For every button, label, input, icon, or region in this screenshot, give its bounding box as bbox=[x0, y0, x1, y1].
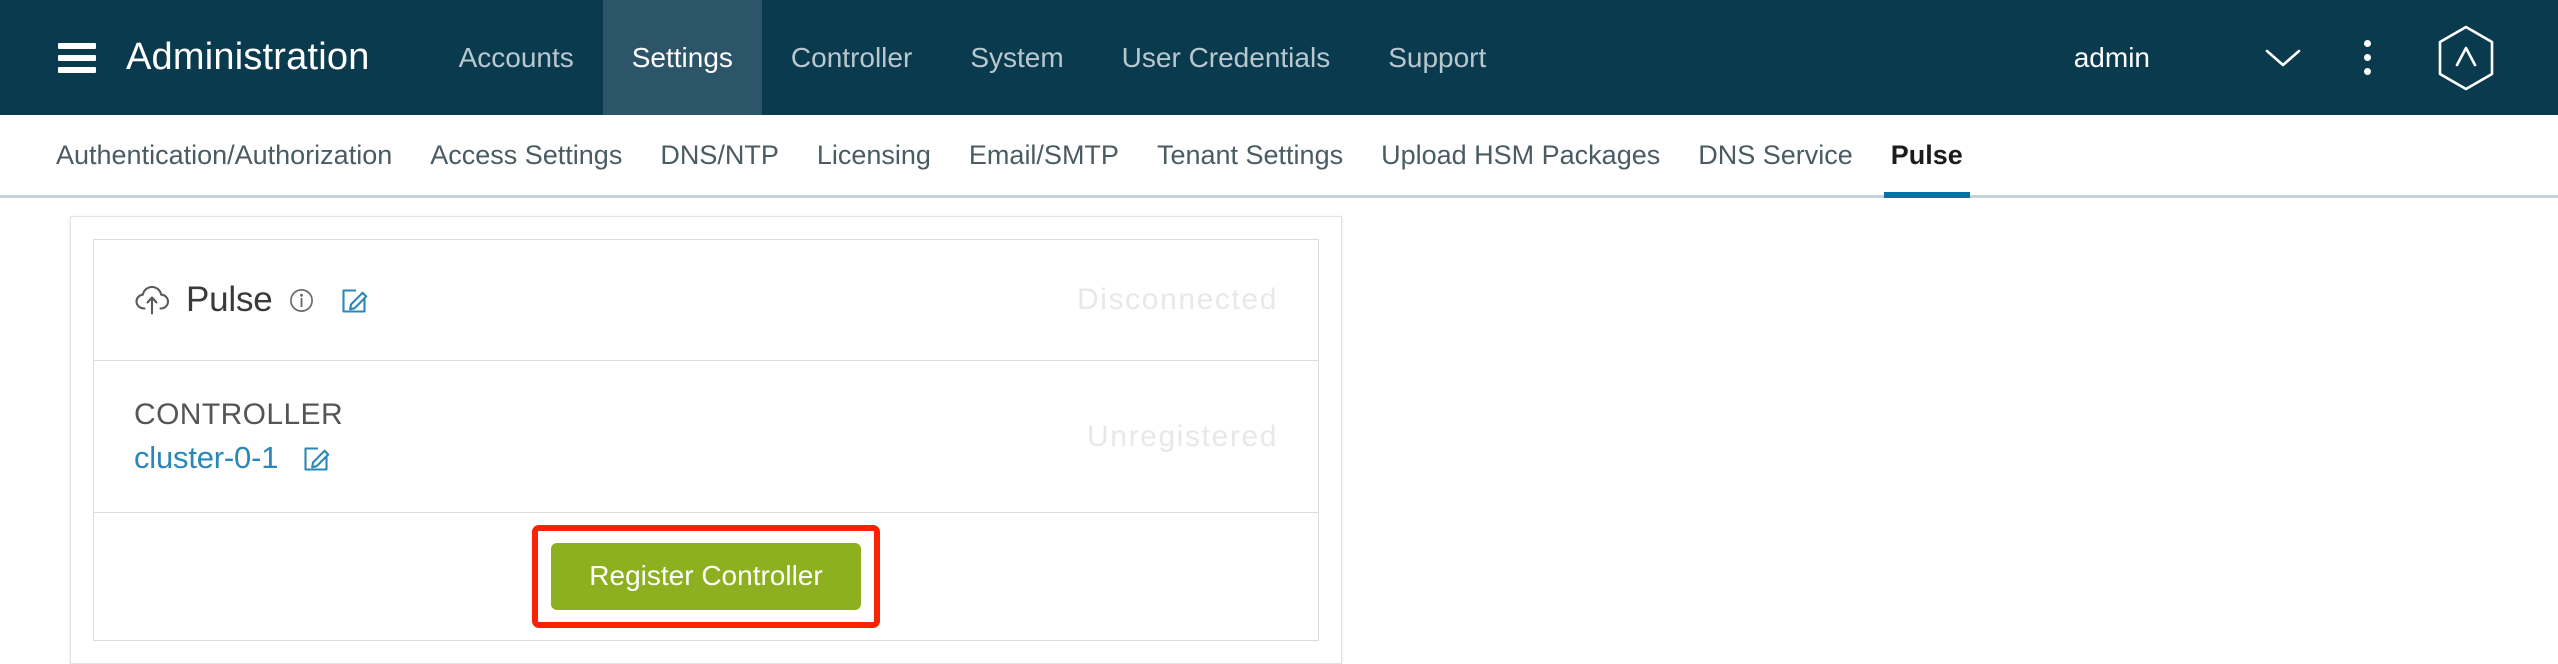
info-circle-icon[interactable] bbox=[289, 288, 314, 313]
subnav-item-access-settings[interactable]: Access Settings bbox=[411, 115, 641, 195]
register-button-highlight: Register Controller bbox=[532, 525, 880, 628]
pulse-card: Pulse Disconnected CONTROLLER cluster-0-… bbox=[93, 239, 1319, 641]
subnav-item-pulse[interactable]: Pulse bbox=[1872, 115, 1982, 198]
hamburger-bar bbox=[58, 42, 96, 49]
user-menu-label[interactable]: admin bbox=[2074, 42, 2150, 74]
register-action-row: Register Controller bbox=[94, 512, 1318, 640]
nav-item-accounts[interactable]: Accounts bbox=[430, 0, 603, 115]
pulse-edit-pencil-icon[interactable] bbox=[340, 285, 370, 315]
cloud-upload-icon bbox=[134, 284, 172, 316]
subnav-item-licensing[interactable]: Licensing bbox=[798, 115, 950, 195]
nav-item-settings[interactable]: Settings bbox=[602, 0, 762, 115]
subnav-item-dns-service[interactable]: DNS Service bbox=[1679, 115, 1872, 195]
controller-status-badge: Unregistered bbox=[1087, 419, 1278, 453]
top-header-bar: Administration Accounts Settings Control… bbox=[0, 0, 2558, 115]
controller-info: CONTROLLER cluster-0-1 bbox=[134, 398, 343, 476]
main-navigation: Accounts Settings Controller System User… bbox=[430, 0, 1516, 115]
subnav-item-dns-ntp[interactable]: DNS/NTP bbox=[641, 115, 798, 195]
subnav-item-tenant-settings[interactable]: Tenant Settings bbox=[1138, 115, 1362, 195]
pulse-card-title: Pulse bbox=[186, 280, 273, 319]
sub-navigation: Authentication/Authorization Access Sett… bbox=[0, 115, 2558, 198]
pulse-panel: Pulse Disconnected CONTROLLER cluster-0-… bbox=[70, 216, 1342, 664]
header-right-controls: admin bbox=[2074, 0, 2558, 115]
kebab-dot bbox=[2363, 68, 2371, 75]
pulse-status-badge: Disconnected bbox=[1077, 283, 1278, 316]
controller-label: CONTROLLER bbox=[134, 397, 344, 431]
content-area: Pulse Disconnected CONTROLLER cluster-0-… bbox=[0, 198, 2558, 664]
controller-value-line: cluster-0-1 bbox=[134, 440, 343, 476]
nav-item-support[interactable]: Support bbox=[1359, 0, 1515, 115]
nav-item-controller[interactable]: Controller bbox=[762, 0, 941, 115]
controller-name-link[interactable]: cluster-0-1 bbox=[134, 440, 278, 476]
subnav-item-authentication-authorization[interactable]: Authentication/Authorization bbox=[56, 115, 411, 195]
pulse-header-row: Pulse Disconnected bbox=[94, 240, 1318, 360]
hamburger-bar bbox=[58, 66, 96, 73]
subnav-item-email-smtp[interactable]: Email/SMTP bbox=[950, 115, 1138, 195]
register-controller-button[interactable]: Register Controller bbox=[551, 543, 861, 610]
kebab-menu-icon[interactable] bbox=[2334, 25, 2400, 91]
controller-row: CONTROLLER cluster-0-1 Unregistered bbox=[94, 360, 1318, 512]
controller-edit-pencil-icon[interactable] bbox=[302, 443, 332, 473]
subnav-item-upload-hsm-packages[interactable]: Upload HSM Packages bbox=[1362, 115, 1679, 195]
pulse-header-left: Pulse bbox=[134, 280, 370, 320]
hamburger-icon[interactable] bbox=[58, 42, 96, 73]
hamburger-bar bbox=[58, 54, 96, 61]
kebab-dot bbox=[2363, 54, 2371, 61]
avi-hexagon-logo-icon[interactable] bbox=[2426, 18, 2506, 98]
kebab-dot bbox=[2363, 40, 2371, 47]
chevron-down-icon[interactable] bbox=[2250, 25, 2316, 91]
brand-area: Administration bbox=[0, 0, 410, 115]
nav-item-user-credentials[interactable]: User Credentials bbox=[1093, 0, 1360, 115]
kebab-dots bbox=[2363, 40, 2371, 75]
nav-item-system[interactable]: System bbox=[941, 0, 1092, 115]
page-title: Administration bbox=[126, 36, 370, 78]
